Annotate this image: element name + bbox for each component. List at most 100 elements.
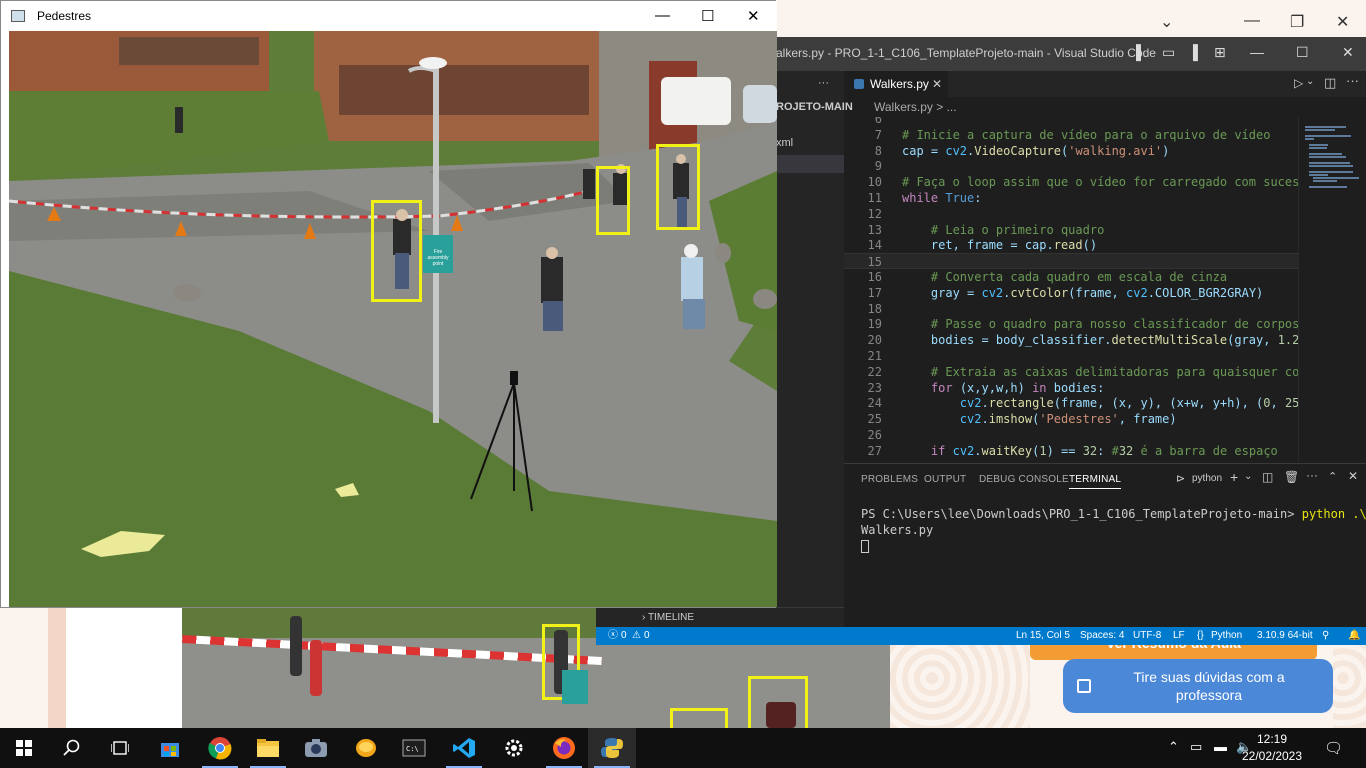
start-button[interactable] <box>0 728 48 768</box>
taskbar-terminal[interactable]: C:\ <box>390 728 438 768</box>
search-button[interactable] <box>48 728 96 768</box>
notifications-icon[interactable]: 🔔 <box>1348 627 1360 645</box>
taskbar-camera[interactable] <box>292 728 340 768</box>
bottom-panel[interactable]: PROBLEMS OUTPUT DEBUG CONSOLE TERMINAL ⊳ py… <box>844 463 1366 627</box>
indentation[interactable]: Spaces: 4 <box>1080 627 1124 645</box>
code-line[interactable]: 9 <box>844 158 1298 174</box>
code-line[interactable]: 13 # Leia o primeiro quadro <box>844 222 1298 238</box>
customize-layout-icon[interactable]: ⊞ <box>1214 44 1226 61</box>
taskbar-store[interactable] <box>146 728 194 768</box>
explorer-more-icon[interactable]: ··· <box>818 77 829 89</box>
opencv-titlebar[interactable]: Pedestres — ☐ ✕ <box>1 1 777 31</box>
python-interpreter[interactable]: 3.10.9 64-bit <box>1257 627 1313 645</box>
network-icon[interactable]: ▬ <box>1214 739 1227 754</box>
encoding[interactable]: UTF-8 <box>1133 627 1161 645</box>
code-line[interactable]: 27 if cv2.waitKey(1) == 32: #32 é a barr… <box>844 443 1298 459</box>
toggle-panel-icon[interactable]: ▭ <box>1162 44 1175 61</box>
taskbar-clock[interactable]: 12:19 22/02/2023 <box>1240 731 1304 765</box>
code-line[interactable]: 26 <box>844 427 1298 443</box>
terminal-shell-icon[interactable]: ⊳ <box>1176 472 1185 485</box>
taskbar-firefox[interactable] <box>540 728 588 768</box>
battery-icon[interactable]: ▭ <box>1190 739 1202 755</box>
close-icon[interactable]: ✕ <box>1342 44 1354 61</box>
toggle-secondary-sidebar-icon[interactable]: ▐ <box>1188 44 1198 60</box>
cursor-position[interactable]: Ln 15, Col 5 <box>1016 627 1070 645</box>
terminal-shell-label[interactable]: python <box>1192 473 1222 484</box>
trash-icon[interactable]: 🗑 <box>1284 470 1299 484</box>
chevron-down-icon[interactable]: ⌄ <box>1160 12 1173 32</box>
code-line[interactable]: 18 <box>844 301 1298 317</box>
maximize-icon[interactable]: ☐ <box>1296 44 1309 61</box>
explorer-sidebar[interactable]: ··· ROJETO-MAIN xml <box>776 71 853 591</box>
code-line[interactable]: 23 for (x,y,w,h) in bodies: <box>844 380 1298 396</box>
task-view-button[interactable] <box>96 728 144 768</box>
opencv-window[interactable]: Pedestres — ☐ ✕ Fire assembly point <box>0 0 777 608</box>
chevron-down-icon[interactable]: ⌄ <box>1244 471 1252 482</box>
code-line[interactable]: 7 # Inicie a captura de vídeo para o arqu… <box>844 127 1298 143</box>
close-icon[interactable]: ✕ <box>1336 12 1349 32</box>
close-icon[interactable]: ✕ <box>747 7 760 25</box>
panel-tab-problems[interactable]: PROBLEMS <box>861 474 918 485</box>
code-line[interactable]: 8 cap = cv2.VideoCapture('walking.avi') <box>844 143 1298 159</box>
code-line[interactable]: 10 # Faça o loop assim que o vídeo for ca… <box>844 174 1298 190</box>
taskbar-settings[interactable] <box>490 728 538 768</box>
error-icon[interactable]: ⓧ <box>608 627 618 645</box>
panel-tab-debug-console[interactable]: DEBUG CONSOLE <box>979 474 1069 485</box>
new-terminal-icon[interactable]: + <box>1230 469 1238 485</box>
taskbar-file-explorer[interactable] <box>244 728 292 768</box>
code-line[interactable]: 24 cv2.rectangle(frame, (x, y), (x+w, y+… <box>844 395 1298 411</box>
line-ending[interactable]: LF <box>1173 627 1185 645</box>
error-count[interactable]: 0 <box>621 627 627 645</box>
vscode-window[interactable]: alkers.py - PRO_1-1_C106_TemplateProjeto… <box>596 37 1366 645</box>
vscode-titlebar[interactable]: alkers.py - PRO_1-1_C106_TemplateProjeto… <box>776 37 1366 71</box>
taskbar-python[interactable] <box>588 728 636 768</box>
code-line[interactable]: 17 gray = cv2.cvtColor(frame, cv2.COLOR_… <box>844 285 1298 301</box>
taskbar-app-orange[interactable] <box>342 728 390 768</box>
taskbar-chrome[interactable] <box>196 728 244 768</box>
chevron-up-icon[interactable]: ⌃ <box>1168 739 1179 755</box>
breadcrumb[interactable]: Walkers.py > ... <box>844 97 1366 117</box>
code-line[interactable]: 6 <box>844 117 1298 127</box>
chevron-up-icon[interactable]: ⌃ <box>1328 470 1337 483</box>
run-icon[interactable]: ▷ <box>1294 76 1303 90</box>
split-terminal-icon[interactable]: ◫ <box>1262 470 1273 484</box>
explorer-file-item[interactable]: xml <box>776 137 793 149</box>
code-line[interactable]: 21 <box>844 348 1298 364</box>
explorer-folder-title[interactable]: ROJETO-MAIN <box>776 101 853 113</box>
language-mode[interactable]: Python <box>1211 627 1242 645</box>
timeline-section[interactable]: › TIMELINE <box>596 607 844 628</box>
explorer-selected-item[interactable] <box>776 155 844 173</box>
maximize-icon[interactable]: ☐ <box>701 7 714 25</box>
close-tab-icon[interactable]: ✕ <box>932 71 942 97</box>
code-line[interactable]: 19 # Passe o quadro para nosso classific… <box>844 316 1298 332</box>
code-line[interactable]: 25 cv2.imshow('Pedestres', frame) <box>844 411 1298 427</box>
more-actions-icon[interactable]: ··· <box>1306 468 1318 482</box>
warning-icon[interactable]: ⚠ <box>632 627 641 645</box>
code-line[interactable]: 12 <box>844 206 1298 222</box>
split-editor-icon[interactable]: ◫ <box>1324 75 1336 91</box>
minimap[interactable] <box>1298 117 1366 462</box>
code-line[interactable]: 15 <box>844 253 1298 270</box>
notifications-icon[interactable]: 🗨 <box>1324 739 1343 757</box>
taskbar-vscode[interactable] <box>440 728 488 768</box>
code-line[interactable]: 11 while True: <box>844 190 1298 206</box>
code-line[interactable]: 20 bodies = body_classifier.detectMultiS… <box>844 332 1298 348</box>
toggle-sidebar-icon[interactable]: ▌ <box>1136 44 1146 60</box>
warning-count[interactable]: 0 <box>644 627 650 645</box>
tab-walkers-py[interactable]: Walkers.py ✕ <box>844 71 948 97</box>
close-panel-icon[interactable]: ✕ <box>1348 469 1358 483</box>
code-editor[interactable]: 6 7 # Inicie a captura de vídeo para o arq… <box>844 117 1298 462</box>
ask-teacher-button[interactable]: Tire suas dúvidas com a professora <box>1063 659 1333 713</box>
code-line[interactable]: 16 # Converta cada quadro em escala de c… <box>844 269 1298 285</box>
panel-tab-output[interactable]: OUTPUT <box>924 474 966 485</box>
terminal-output[interactable]: PS C:\Users\lee\Downloads\PRO_1-1_C106_T… <box>861 506 1366 554</box>
more-actions-icon[interactable]: ··· <box>1346 73 1359 88</box>
code-line[interactable]: 22 # Extraia as caixas delimitadoras par… <box>844 364 1298 380</box>
panel-tab-terminal[interactable]: TERMINAL <box>1069 474 1122 489</box>
minimize-icon[interactable]: — <box>1250 44 1264 60</box>
code-line[interactable]: 14 ret, frame = cap.read() <box>844 237 1298 253</box>
chevron-down-icon[interactable]: ⌄ <box>1306 76 1314 87</box>
minimize-icon[interactable]: — <box>655 7 670 24</box>
minimize-icon[interactable]: — <box>1244 12 1260 30</box>
feedback-icon[interactable]: ⚲ <box>1322 627 1329 645</box>
